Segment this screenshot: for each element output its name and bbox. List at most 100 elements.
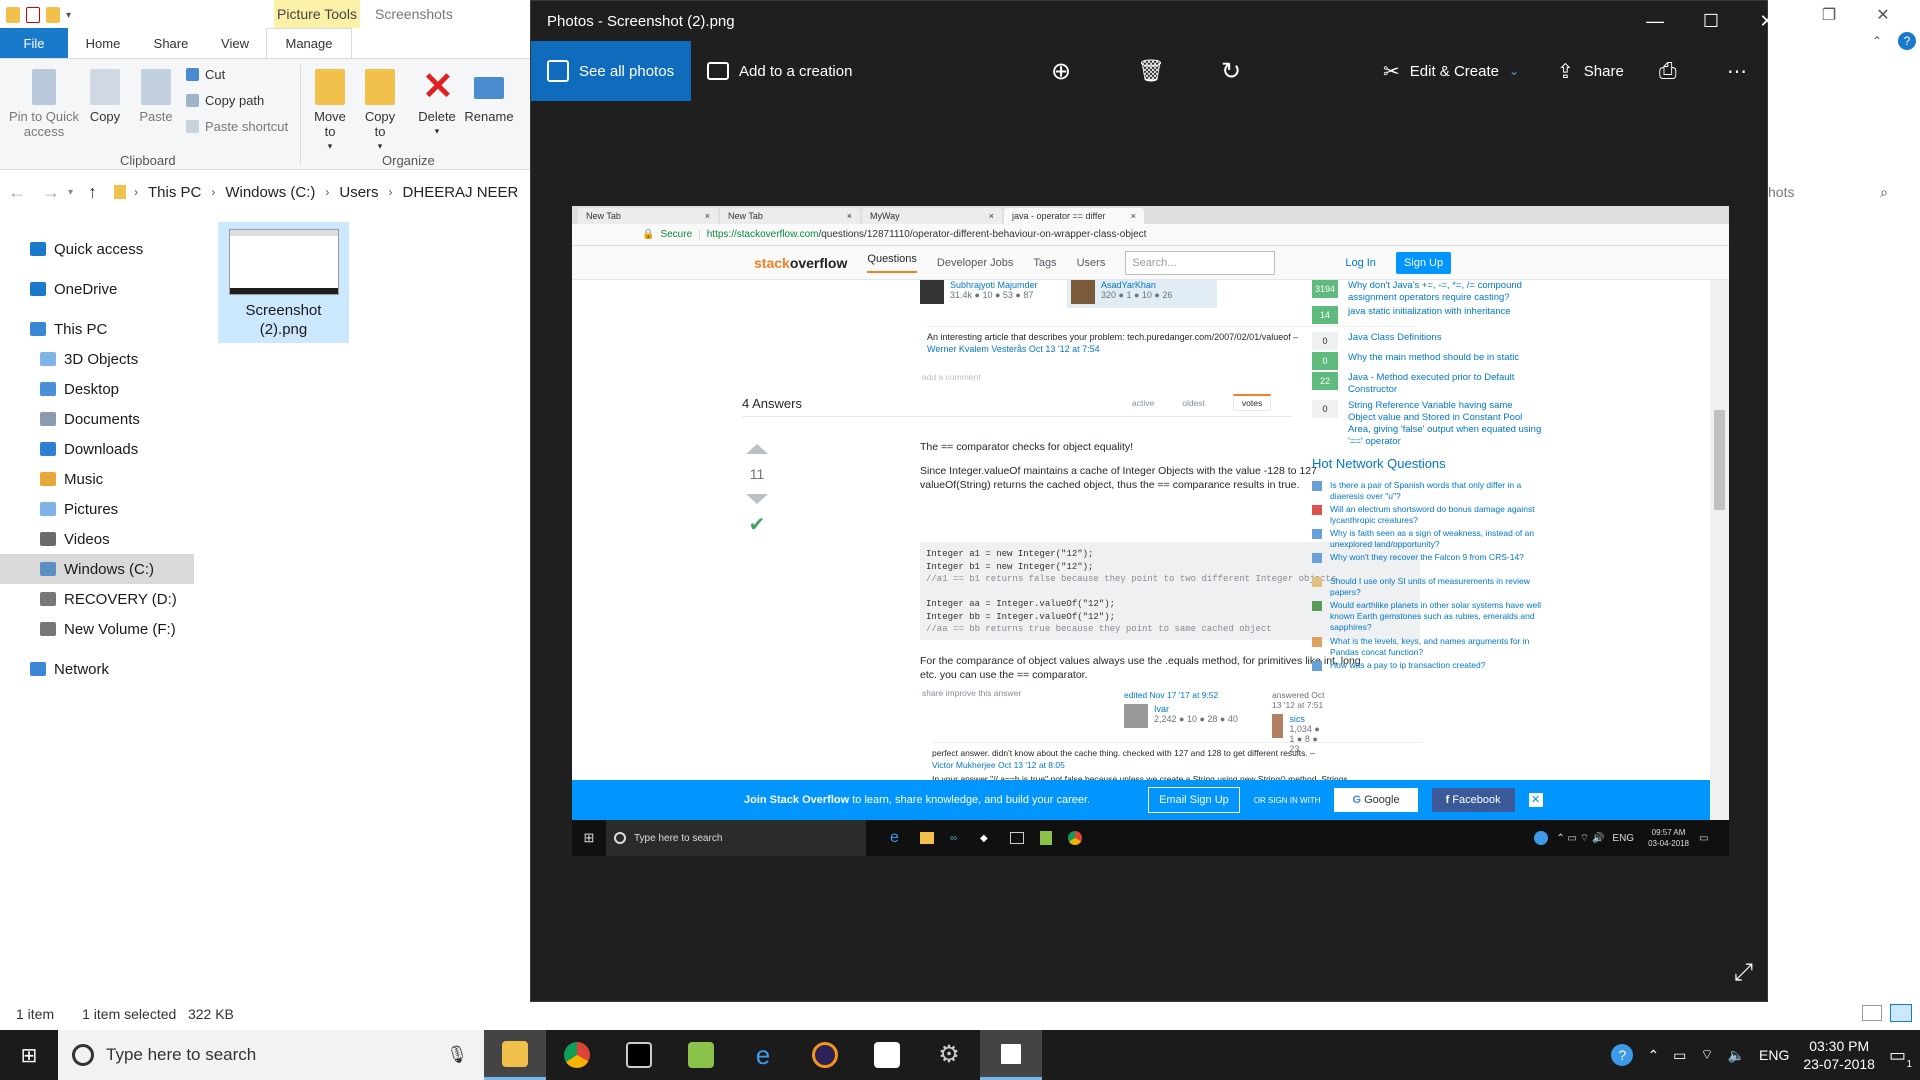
hot-question[interactable]: What is the levels, keys, and names argu… <box>1312 636 1542 658</box>
tab-file[interactable]: File <box>0 28 68 58</box>
microphone-icon[interactable]: 🎙 <box>446 1045 484 1065</box>
delete-button[interactable]: ✕ Delete ▾ <box>414 68 460 139</box>
fullscreen-icon[interactable]: ⤢ <box>1734 959 1753 987</box>
taskbar-settings[interactable]: ⚙ <box>918 1030 980 1080</box>
minimize-button[interactable]: — <box>1627 1 1683 41</box>
taskbar-terminal[interactable] <box>608 1030 670 1080</box>
zoom-in-icon[interactable]: ⊕ <box>1051 41 1071 101</box>
notification-center-icon[interactable]: ▭ 1 <box>1889 1045 1912 1070</box>
so-signup-button[interactable]: Sign Up <box>1395 251 1452 274</box>
taskbar-eclipse[interactable] <box>794 1030 856 1080</box>
taskbar-file-explorer[interactable] <box>484 1030 546 1080</box>
facebook-signin-button[interactable]: f Facebook <box>1431 788 1515 812</box>
hot-question[interactable]: Will an electrum shortsword do bonus dam… <box>1312 504 1542 526</box>
delete-icon[interactable]: 🗑 <box>1137 41 1165 101</box>
linked-question[interactable]: 0 String Reference Variable having same O… <box>1312 400 1542 448</box>
edit-create-button[interactable]: ✂ Edit & Create ⌄ <box>1383 41 1519 101</box>
google-signin-button[interactable]: G Google <box>1334 788 1418 812</box>
browser-tab[interactable]: New Tab × <box>578 208 718 224</box>
breadcrumb-this-pc[interactable]: This PC <box>148 184 201 201</box>
nav-item[interactable]: RECOVERY (D:) <box>0 584 200 614</box>
linked-question[interactable]: 22 Java - Method executed prior to Defaul… <box>1312 372 1542 396</box>
nav-item[interactable]: Desktop <box>0 374 200 404</box>
paste-shortcut-button[interactable]: Paste shortcut <box>186 119 288 134</box>
nav-item[interactable]: OneDrive <box>0 274 200 304</box>
ribbon-collapse-icon[interactable]: ⌃ <box>1872 34 1882 48</box>
share-button[interactable]: ⇪ Share <box>1557 41 1624 101</box>
hot-question[interactable]: Is there a pair of Spanish words that on… <box>1312 480 1542 502</box>
explorer-restore-button[interactable]: ❐ <box>1806 0 1852 30</box>
nav-item[interactable]: Quick access <box>0 234 200 264</box>
chevron-down-icon[interactable]: ▾ <box>68 187 88 198</box>
sort-active[interactable]: active <box>1132 398 1154 411</box>
more-icon[interactable]: ⋯ <box>1727 41 1747 101</box>
customize-qat-icon[interactable]: ▾ <box>66 10 71 21</box>
sort-oldest[interactable]: oldest <box>1182 398 1205 411</box>
hot-question[interactable]: Should I use only SI units of measuremen… <box>1312 576 1542 598</box>
browser-url-bar[interactable]: 🔒 Secure | https://stackoverflow.com/que… <box>572 224 1729 246</box>
tab-view[interactable]: View <box>204 28 266 58</box>
so-nav-jobs[interactable]: Developer Jobs <box>937 257 1013 269</box>
new-folder-icon[interactable] <box>46 7 60 23</box>
add-comment-link[interactable]: add a comment <box>922 372 981 382</box>
copy-path-button[interactable]: Copy path <box>186 93 264 108</box>
language-indicator[interactable]: ENG <box>1759 1047 1789 1063</box>
hot-question[interactable]: Why won't they recover the Falcon 9 from… <box>1312 552 1542 563</box>
help-icon[interactable]: ? <box>1611 1044 1634 1066</box>
wifi-icon[interactable]: ⌔ <box>1700 1046 1713 1064</box>
nav-item[interactable]: Windows (C:) <box>0 554 194 584</box>
nav-item[interactable]: 3D Objects <box>0 344 200 374</box>
file-item-screenshot[interactable]: Screenshot (2).png <box>218 222 349 343</box>
rotate-icon[interactable]: ↻ <box>1221 41 1241 101</box>
help-icon[interactable]: ? <box>1898 32 1916 50</box>
breadcrumb-users[interactable]: Users <box>339 184 378 201</box>
up-arrow-icon[interactable]: ↑ <box>88 182 114 203</box>
linked-question[interactable]: 3194 Why don't Java's +=, -=, *=, /= comp… <box>1312 280 1542 304</box>
tab-home[interactable]: Home <box>68 28 138 58</box>
so-nav-tags[interactable]: Tags <box>1033 257 1056 269</box>
breadcrumb-windows-c[interactable]: Windows (C:) <box>225 184 315 201</box>
sort-votes[interactable]: votes <box>1232 394 1272 411</box>
nav-item[interactable]: Videos <box>0 524 200 554</box>
nav-item[interactable]: Pictures <box>0 494 200 524</box>
taskbar-search-input[interactable]: Type here to search 🎙 <box>58 1030 484 1080</box>
share-improve-links[interactable]: share improve this answer <box>922 688 1021 698</box>
linked-question[interactable]: 0 Why the main method should be in static <box>1312 352 1542 370</box>
hot-question[interactable]: Would earthlike planets in other solar s… <box>1312 600 1542 633</box>
battery-icon[interactable]: ▭ <box>1673 1047 1686 1064</box>
forward-arrow-icon[interactable]: → <box>34 182 68 203</box>
back-arrow-icon[interactable]: ← <box>0 182 34 203</box>
move-to-button[interactable]: Move to ▾ <box>310 69 350 154</box>
paste-button[interactable]: Paste <box>138 69 174 124</box>
search-input[interactable]: hots ⌕ <box>1766 178 1896 206</box>
taskbar-chrome[interactable] <box>546 1030 608 1080</box>
close-button[interactable]: ✕ <box>1739 1 1795 41</box>
cut-button[interactable]: Cut <box>186 67 225 82</box>
scrollbar[interactable] <box>1710 280 1729 820</box>
browser-tab[interactable]: MyWay × <box>862 208 1002 224</box>
properties-icon[interactable] <box>26 7 40 23</box>
email-signup-button[interactable]: Email Sign Up <box>1148 787 1240 813</box>
pin-quick-access-button[interactable]: Pin to Quick access <box>6 69 82 139</box>
clock[interactable]: 03:30 PM 23-07-2018 <box>1803 1037 1875 1073</box>
taskbar-notepadpp[interactable] <box>670 1030 732 1080</box>
hot-question[interactable]: How was a pay to ip transaction created? <box>1312 660 1542 671</box>
copy-button[interactable]: Copy <box>88 69 122 124</box>
start-button[interactable]: ⊞ <box>0 1030 58 1080</box>
taskbar-java[interactable] <box>856 1030 918 1080</box>
nav-item[interactable]: Documents <box>0 404 200 434</box>
rename-button[interactable]: Rename <box>464 69 514 124</box>
nav-item[interactable]: This PC <box>0 314 200 344</box>
so-search-input[interactable]: Search... <box>1125 250 1276 275</box>
so-nav-users[interactable]: Users <box>1077 257 1106 269</box>
print-icon[interactable]: ⎙ <box>1659 41 1677 101</box>
breadcrumb-user[interactable]: DHEERAJ NEER <box>403 184 519 201</box>
taskbar-edge[interactable]: e <box>732 1030 794 1080</box>
so-login-link[interactable]: Log In <box>1345 257 1376 269</box>
see-all-photos-button[interactable]: See all photos <box>531 41 691 101</box>
chevron-up-icon[interactable]: ⌃ <box>1647 1047 1659 1064</box>
browser-tab-active[interactable]: java - operator == differ × <box>1004 208 1144 224</box>
tab-share[interactable]: Share <box>138 28 204 58</box>
upvote-icon[interactable] <box>746 444 768 454</box>
linked-question[interactable]: 0 Java Class Definitions <box>1312 332 1542 350</box>
